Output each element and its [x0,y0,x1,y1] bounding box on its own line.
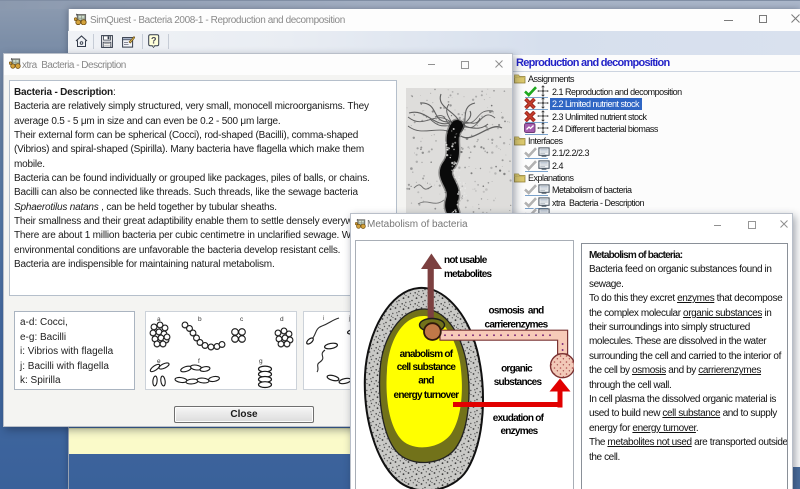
svg-text:substances: substances [494,377,543,388]
svg-text:energy turnover: energy turnover [394,390,460,401]
svg-text:enzymes: enzymes [501,426,539,437]
svg-text:anabolism of: anabolism of [400,349,454,360]
svg-text:cell substance: cell substance [397,362,457,373]
svg-text:g: g [259,358,263,365]
svg-text:?: ? [151,36,157,46]
svg-text:metabolites: metabolites [444,269,493,280]
svg-text:f: f [198,358,200,365]
svg-text:d: d [280,316,284,323]
svg-text:b: b [198,316,202,323]
svg-text:and: and [418,376,434,387]
svg-text:organic: organic [501,364,533,375]
svg-text:exudation of: exudation of [493,413,545,424]
svg-text:osmosis and: osmosis and [489,306,545,317]
svg-text:i: i [323,315,324,322]
svg-text:carrierenzymes: carrierenzymes [485,320,549,331]
svg-text:not usable: not usable [444,255,488,266]
